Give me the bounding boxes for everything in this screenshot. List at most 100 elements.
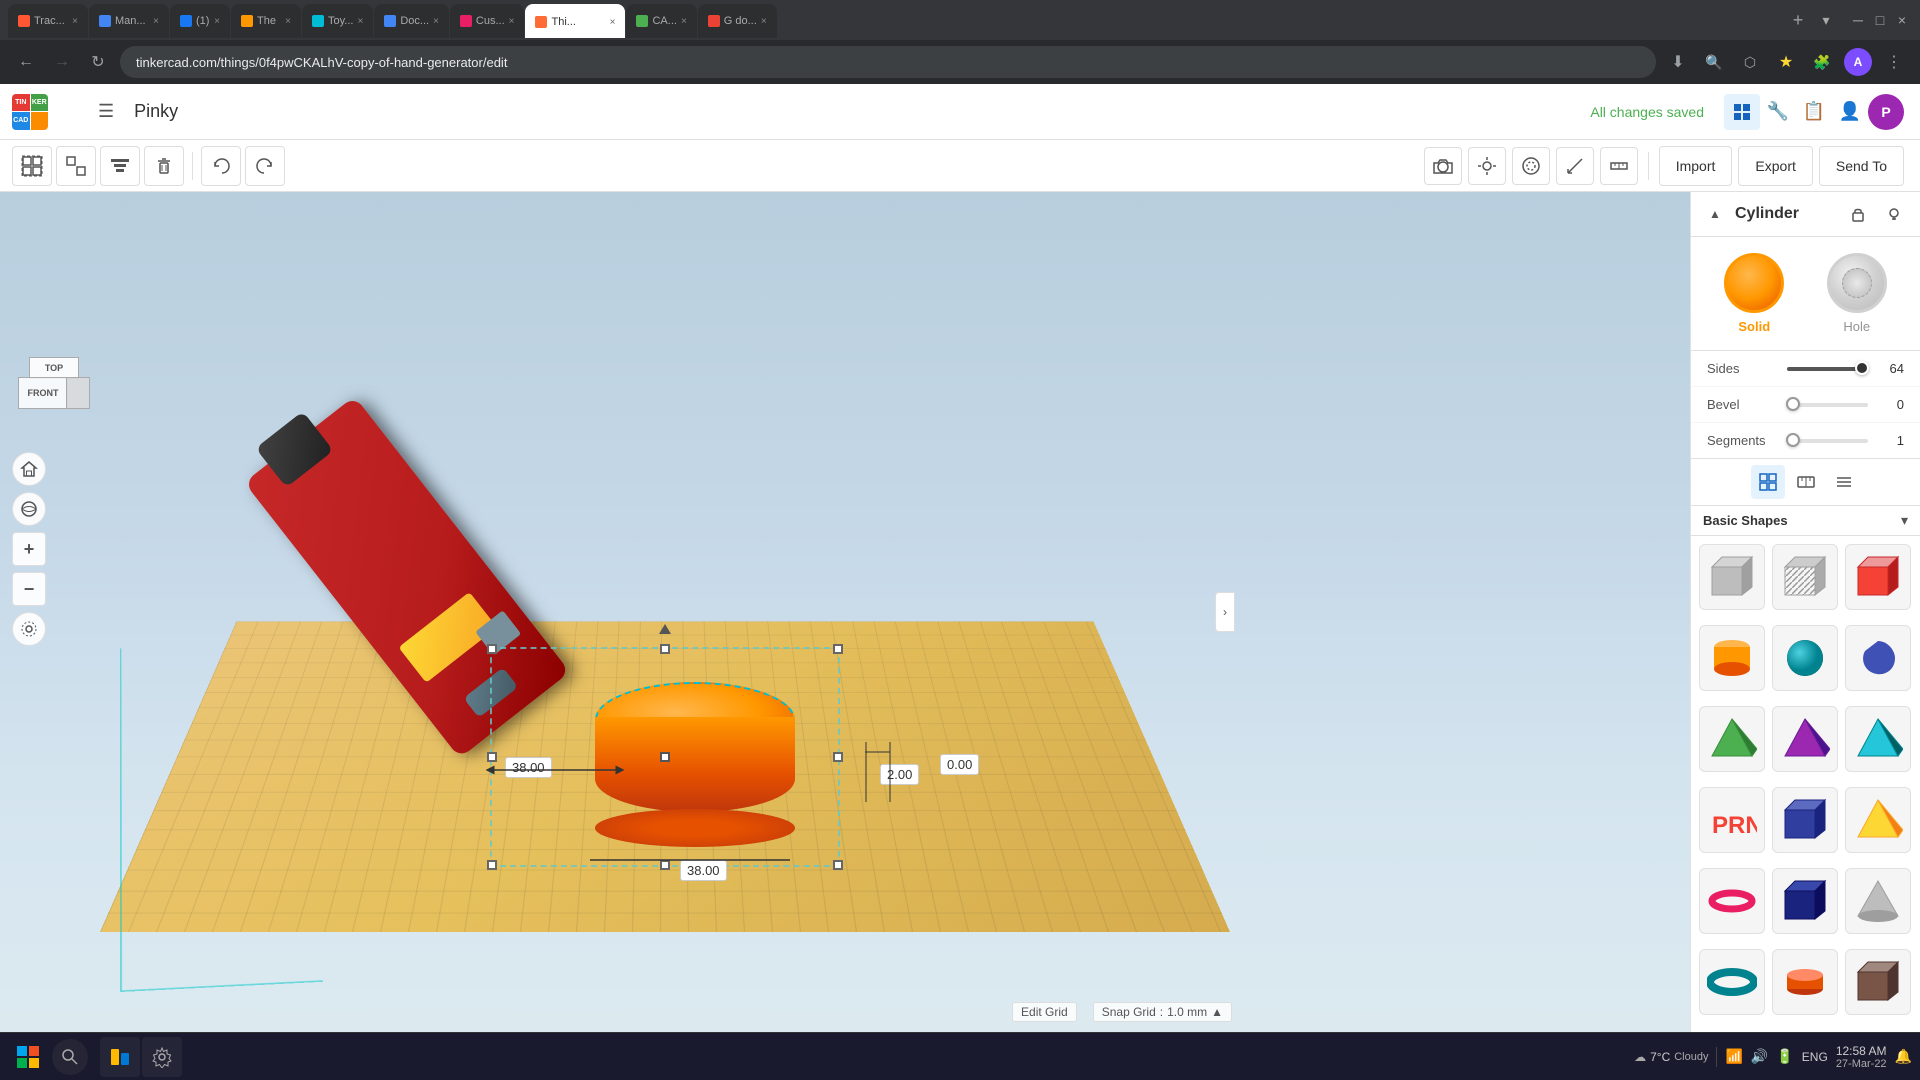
collapse-panel-button[interactable]: › — [1215, 592, 1235, 632]
measure-button[interactable] — [1556, 147, 1594, 185]
reload-button[interactable]: ↻ — [84, 48, 112, 76]
grid-view-icon[interactable] — [1724, 94, 1760, 130]
send-to-button[interactable]: Send To — [1819, 146, 1904, 186]
undo-button[interactable] — [201, 146, 241, 186]
minimize-button[interactable]: ─ — [1848, 10, 1868, 30]
shape-item-pyramid-green[interactable] — [1699, 706, 1765, 772]
segments-slider[interactable] — [1787, 439, 1868, 443]
bevel-slider[interactable] — [1787, 403, 1868, 407]
sides-slider[interactable] — [1787, 367, 1868, 371]
export-button[interactable]: Export — [1738, 146, 1812, 186]
volume-icon[interactable]: 🔊 — [1751, 1048, 1768, 1065]
shape-tool-button[interactable] — [1512, 147, 1550, 185]
forward-button[interactable]: → — [48, 48, 76, 76]
search-bar[interactable] — [52, 1039, 88, 1075]
shape-item-torus-magenta[interactable] — [1699, 868, 1765, 934]
shape-item-donut-teal[interactable] — [1699, 949, 1765, 1015]
light-button[interactable] — [1468, 147, 1506, 185]
profile-avatar[interactable]: P — [1868, 94, 1904, 130]
shape-item-pyramid-yellow[interactable] — [1845, 787, 1911, 853]
grid-view-tab[interactable] — [1751, 465, 1785, 499]
list-tab[interactable] — [1827, 465, 1861, 499]
measure-tab[interactable] — [1789, 465, 1823, 499]
browser-tab[interactable]: Trac... × — [8, 4, 88, 38]
favorite-button[interactable]: ★ — [1772, 48, 1800, 76]
shape-item-box-red[interactable] — [1845, 544, 1911, 610]
group-button[interactable] — [12, 146, 52, 186]
language-indicator[interactable]: ENG — [1802, 1050, 1828, 1064]
wifi-icon[interactable]: 📶 — [1725, 1048, 1742, 1065]
shape-item-sphere-teal[interactable] — [1772, 625, 1838, 691]
light-toggle[interactable] — [1880, 200, 1908, 228]
solid-option[interactable]: Solid — [1724, 253, 1784, 334]
profile-icon[interactable]: A — [1844, 48, 1872, 76]
shape-item-irregular-blue[interactable] — [1845, 625, 1911, 691]
tab-overflow[interactable]: ▾ — [1814, 8, 1838, 32]
project-name[interactable]: Pinky — [122, 101, 190, 122]
sides-value[interactable]: 64 — [1876, 361, 1904, 376]
shape-item-text-red[interactable]: PRNT — [1699, 787, 1765, 853]
delete-button[interactable] — [144, 146, 184, 186]
browser-tab[interactable]: G do... × — [698, 4, 777, 38]
shape-item-cylinder-orange[interactable] — [1699, 625, 1765, 691]
redo-button[interactable] — [245, 146, 285, 186]
zoom-out-button[interactable]: − — [12, 572, 46, 606]
shape-item-box-striped[interactable] — [1772, 544, 1838, 610]
hole-option[interactable]: Hole — [1827, 253, 1887, 334]
browser-tab[interactable]: Cus... × — [450, 4, 525, 38]
extensions-icon[interactable]: 🧩 — [1808, 48, 1836, 76]
cube-right-face[interactable] — [66, 377, 90, 409]
segments-value[interactable]: 1 — [1876, 433, 1904, 448]
address-input[interactable]: tinkercad.com/things/0f4pwCKALhV-copy-of… — [120, 46, 1656, 78]
shapes-dropdown[interactable]: ▾ — [1901, 512, 1908, 529]
maximize-button[interactable]: □ — [1870, 10, 1890, 30]
cube-front-face[interactable]: FRONT — [18, 377, 68, 409]
home-view-button[interactable] — [12, 452, 46, 486]
ungroup-button[interactable] — [56, 146, 96, 186]
back-button[interactable]: ← — [12, 48, 40, 76]
shape-item-pyramid-teal[interactable] — [1845, 706, 1911, 772]
browser-tab[interactable]: Toy... × — [302, 4, 373, 38]
cube-top-face[interactable]: TOP — [29, 357, 79, 379]
shape-item-box-dark-navy[interactable] — [1772, 868, 1838, 934]
build-icon[interactable]: 🔧 — [1760, 94, 1796, 130]
unlock-button[interactable] — [1844, 200, 1872, 228]
shape-item-box-navy[interactable] — [1772, 787, 1838, 853]
camera-button[interactable] — [1424, 147, 1462, 185]
align-button[interactable] — [100, 146, 140, 186]
snap-grid-control[interactable]: Snap Grid : 1.0 mm ▲ — [1093, 1002, 1232, 1022]
view-cube-area[interactable]: TOP FRONT — [18, 357, 90, 429]
cast-button[interactable]: ⬡ — [1736, 48, 1764, 76]
notification-icon[interactable]: 🔔 — [1895, 1048, 1912, 1065]
download-icon[interactable]: ⬇ — [1664, 48, 1692, 76]
browser-tab[interactable]: The × — [231, 4, 301, 38]
shape-item-pyramid-purple[interactable] — [1772, 706, 1838, 772]
weather-widget[interactable]: ☁ 7°C Cloudy — [1634, 1050, 1708, 1064]
orbit-button[interactable] — [12, 492, 46, 526]
fit-view-button[interactable] — [12, 612, 46, 646]
more-options[interactable]: ⋮ — [1880, 48, 1908, 76]
zoom-button[interactable]: 🔍 — [1700, 48, 1728, 76]
layers-icon[interactable]: 📋 — [1796, 94, 1832, 130]
browser-tab[interactable]: Man... × — [89, 4, 169, 38]
user-icon[interactable]: 👤 — [1832, 94, 1868, 130]
start-button[interactable] — [8, 1037, 48, 1077]
tinkercad-logo[interactable]: TIN KER CAD — [0, 94, 90, 130]
new-tab-button[interactable]: + — [1784, 6, 1812, 34]
menu-button[interactable]: ☰ — [90, 101, 122, 122]
shape-item-box-gray[interactable] — [1699, 544, 1765, 610]
zoom-in-button[interactable]: + — [12, 532, 46, 566]
browser-tab[interactable]: CA... × — [626, 4, 696, 38]
taskbar-app-files[interactable] — [100, 1037, 140, 1077]
taskbar-app-settings[interactable] — [142, 1037, 182, 1077]
browser-tab-active[interactable]: Thi... × — [525, 4, 625, 38]
viewport[interactable]: 38.00 38.00 2.00 0.00 — [0, 192, 1690, 1032]
bevel-value[interactable]: 0 — [1876, 397, 1904, 412]
shape-item-ring-orange[interactable] — [1772, 949, 1838, 1015]
ruler-button[interactable] — [1600, 147, 1638, 185]
import-button[interactable]: Import — [1659, 146, 1733, 186]
edit-grid-button[interactable]: Edit Grid — [1012, 1002, 1077, 1022]
collapse-inspector-button[interactable]: ▲ — [1703, 202, 1727, 226]
shape-item-box-brown[interactable] — [1845, 949, 1911, 1015]
close-button[interactable]: × — [1892, 10, 1912, 30]
